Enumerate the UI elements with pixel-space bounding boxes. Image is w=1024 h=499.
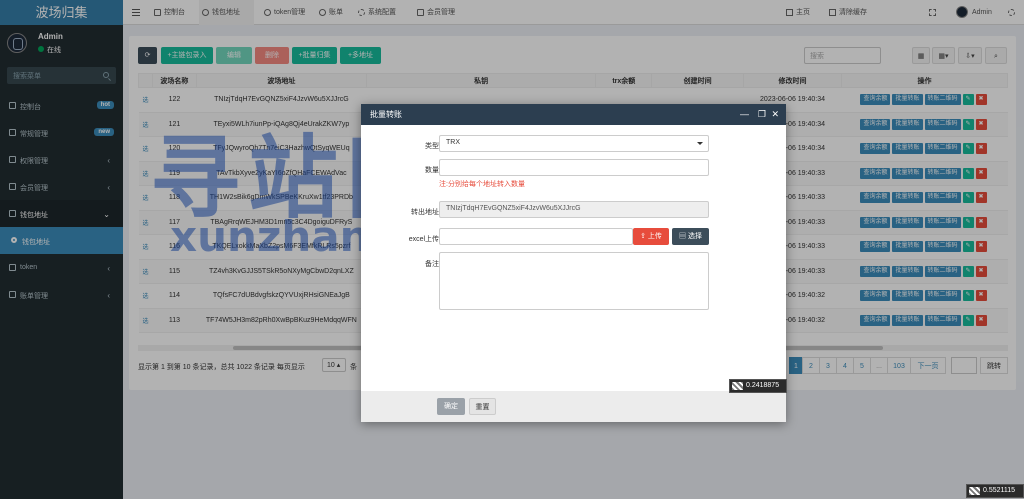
upload-button[interactable]: ⇪ 上传 — [633, 228, 669, 245]
excel-file-input[interactable] — [439, 228, 633, 245]
modal-header[interactable]: 批量转账 — ❐ ✕ — [361, 104, 786, 125]
caret-down-icon — [697, 142, 703, 145]
reset-button[interactable]: 重置 — [469, 398, 496, 415]
minimize-icon[interactable]: — — [740, 104, 749, 125]
batch-transfer-modal: 批量转账 — ❐ ✕ 类型: TRX 数量: 注:分别给每个地址转入数量 转出地… — [361, 104, 786, 422]
stripe-icon — [732, 382, 743, 390]
amount-input[interactable] — [439, 159, 709, 176]
list-icon: ▤ — [679, 233, 688, 240]
type-select[interactable]: TRX — [439, 135, 709, 152]
upload-icon: ⇪ — [640, 233, 648, 240]
choose-file-button[interactable]: ▤ 选择 — [672, 228, 709, 245]
modal-body: 类型: TRX 数量: 注:分别给每个地址转入数量 转出地址: TNIzjTdq… — [361, 125, 786, 391]
modal-footer: 确定 重置 — [361, 391, 786, 422]
from-address-input[interactable]: TNIzjTdqH7EvGQNZ5xiF4JzvW6u5XJJrcG — [439, 201, 709, 218]
remark-textarea[interactable] — [439, 252, 709, 310]
float-widget-2[interactable]: 0.5521115 — [966, 484, 1024, 498]
stripe-icon — [969, 487, 980, 495]
amount-hint: 注:分别给每个地址转入数量 — [439, 181, 525, 188]
maximize-icon[interactable]: ❐ — [758, 104, 766, 125]
from-address-label: 转出地址: — [411, 209, 441, 216]
float-widget-1[interactable]: 0.2418875 — [729, 379, 787, 393]
ok-button[interactable]: 确定 — [437, 398, 465, 415]
close-icon[interactable]: ✕ — [771, 104, 779, 125]
modal-title: 批量转账 — [370, 110, 402, 119]
excel-upload-label: excel上传: — [408, 236, 441, 243]
